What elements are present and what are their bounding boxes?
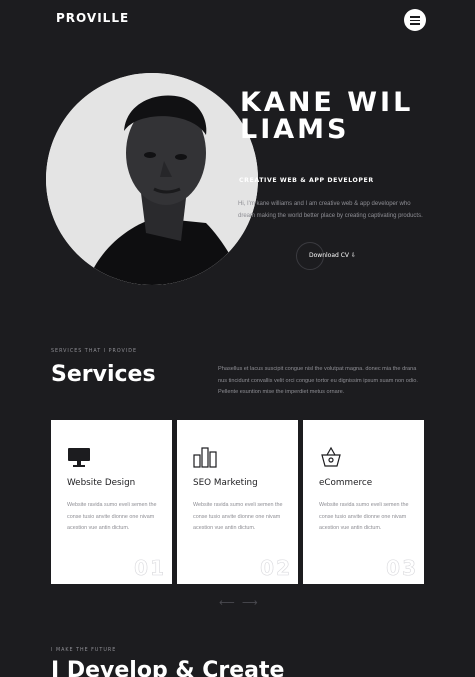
carousel-arrows: ⟵ ⟶ bbox=[219, 597, 259, 609]
card-title: SEO Marketing bbox=[193, 478, 258, 488]
download-cv-button[interactable]: Download CV ⇩ bbox=[296, 242, 408, 270]
services-description: Phasellus et lacus suscipit congue nisl … bbox=[218, 366, 418, 395]
card-title: eCommerce bbox=[319, 478, 373, 488]
hero-role: CREATIVE WEB & APP DEVELOPER bbox=[239, 177, 374, 184]
next-arrow-icon[interactable]: ⟶ bbox=[242, 597, 258, 609]
services-eyebrow: SERVICES THAT I PROVIDE bbox=[51, 349, 137, 354]
card-number: 01 bbox=[134, 556, 166, 581]
download-icon: ⇩ bbox=[350, 252, 356, 259]
card-number: 02 bbox=[260, 556, 292, 581]
monitor-icon bbox=[67, 446, 91, 468]
develop-eyebrow: I MAKE THE FUTURE bbox=[51, 648, 117, 653]
bar-chart-icon bbox=[193, 446, 217, 468]
service-card-website-design[interactable]: Website Design Website ravida sumo eveli… bbox=[51, 420, 172, 584]
card-number: 03 bbox=[386, 556, 418, 581]
menu-line bbox=[410, 19, 420, 21]
service-card-ecommerce[interactable]: eCommerce Website ravida sumo eveli seme… bbox=[303, 420, 424, 584]
site-header: PROVILLE bbox=[0, 0, 475, 40]
download-cv-label: Download CV ⇩ bbox=[309, 252, 356, 259]
card-description: Website ravida sumo eveli semen the cons… bbox=[193, 502, 283, 532]
card-title: Website Design bbox=[67, 478, 136, 488]
card-description: Website ravida sumo eveli semen the cons… bbox=[67, 502, 157, 532]
hamburger-menu-icon[interactable] bbox=[404, 9, 426, 31]
basket-icon bbox=[319, 446, 343, 468]
hero-name: KANE WILLIAMS bbox=[240, 87, 414, 145]
prev-arrow-icon[interactable]: ⟵ bbox=[219, 597, 235, 609]
service-card-seo-marketing[interactable]: SEO Marketing Website ravida sumo eveli … bbox=[177, 420, 298, 584]
develop-title: I Develop & Create bbox=[51, 658, 285, 677]
card-description: Website ravida sumo eveli semen the cons… bbox=[319, 502, 409, 532]
services-title: Services bbox=[51, 362, 156, 387]
hero-description: Hi, I'm kane williams and I am creative … bbox=[238, 201, 423, 219]
menu-line bbox=[410, 16, 420, 18]
menu-line bbox=[410, 23, 420, 25]
site-logo[interactable]: PROVILLE bbox=[56, 11, 129, 25]
portrait-photo bbox=[46, 73, 258, 285]
